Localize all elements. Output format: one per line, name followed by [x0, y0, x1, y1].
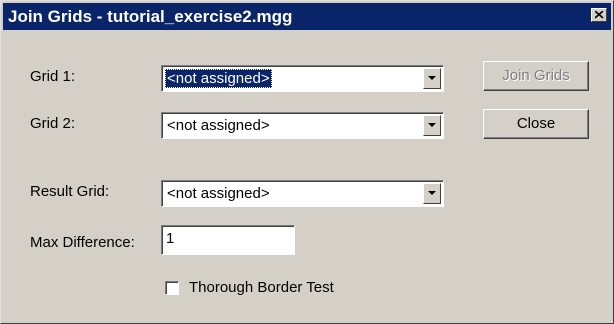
- close-button[interactable]: Close: [483, 109, 589, 139]
- grid1-dropdown-arrow[interactable]: [423, 68, 441, 89]
- max-difference-label: Max Difference:: [30, 234, 135, 251]
- join-grids-dialog: Join Grids - tutorial_exercise2.mgg Grid…: [0, 0, 614, 324]
- chevron-down-icon: [428, 191, 436, 195]
- window-title: Join Grids - tutorial_exercise2.mgg: [8, 7, 293, 26]
- thorough-border-test-label[interactable]: Thorough Border Test: [189, 279, 334, 296]
- title-bar[interactable]: Join Grids - tutorial_exercise2.mgg: [3, 3, 611, 30]
- join-grids-button[interactable]: Join Grids: [483, 61, 589, 91]
- max-difference-value: 1: [166, 230, 175, 247]
- thorough-border-test-checkbox[interactable]: [165, 281, 179, 295]
- grid2-dropdown[interactable]: <not assigned>: [161, 112, 444, 139]
- chevron-down-icon: [428, 123, 436, 127]
- close-window-button[interactable]: [591, 8, 607, 22]
- grid2-dropdown-arrow[interactable]: [423, 115, 441, 136]
- max-difference-input[interactable]: 1: [161, 225, 295, 255]
- result-grid-value: <not assigned>: [167, 185, 270, 202]
- grid1-dropdown[interactable]: <not assigned>: [161, 65, 444, 92]
- grid1-value: <not assigned>: [165, 69, 272, 88]
- grid1-label: Grid 1:: [30, 68, 76, 85]
- grid2-value: <not assigned>: [167, 117, 270, 134]
- chevron-down-icon: [428, 76, 436, 80]
- grid2-label: Grid 2:: [30, 115, 76, 132]
- result-grid-dropdown[interactable]: <not assigned>: [161, 180, 444, 207]
- result-grid-dropdown-arrow[interactable]: [423, 183, 441, 204]
- close-icon: [595, 11, 604, 19]
- result-grid-label: Result Grid:: [30, 183, 110, 200]
